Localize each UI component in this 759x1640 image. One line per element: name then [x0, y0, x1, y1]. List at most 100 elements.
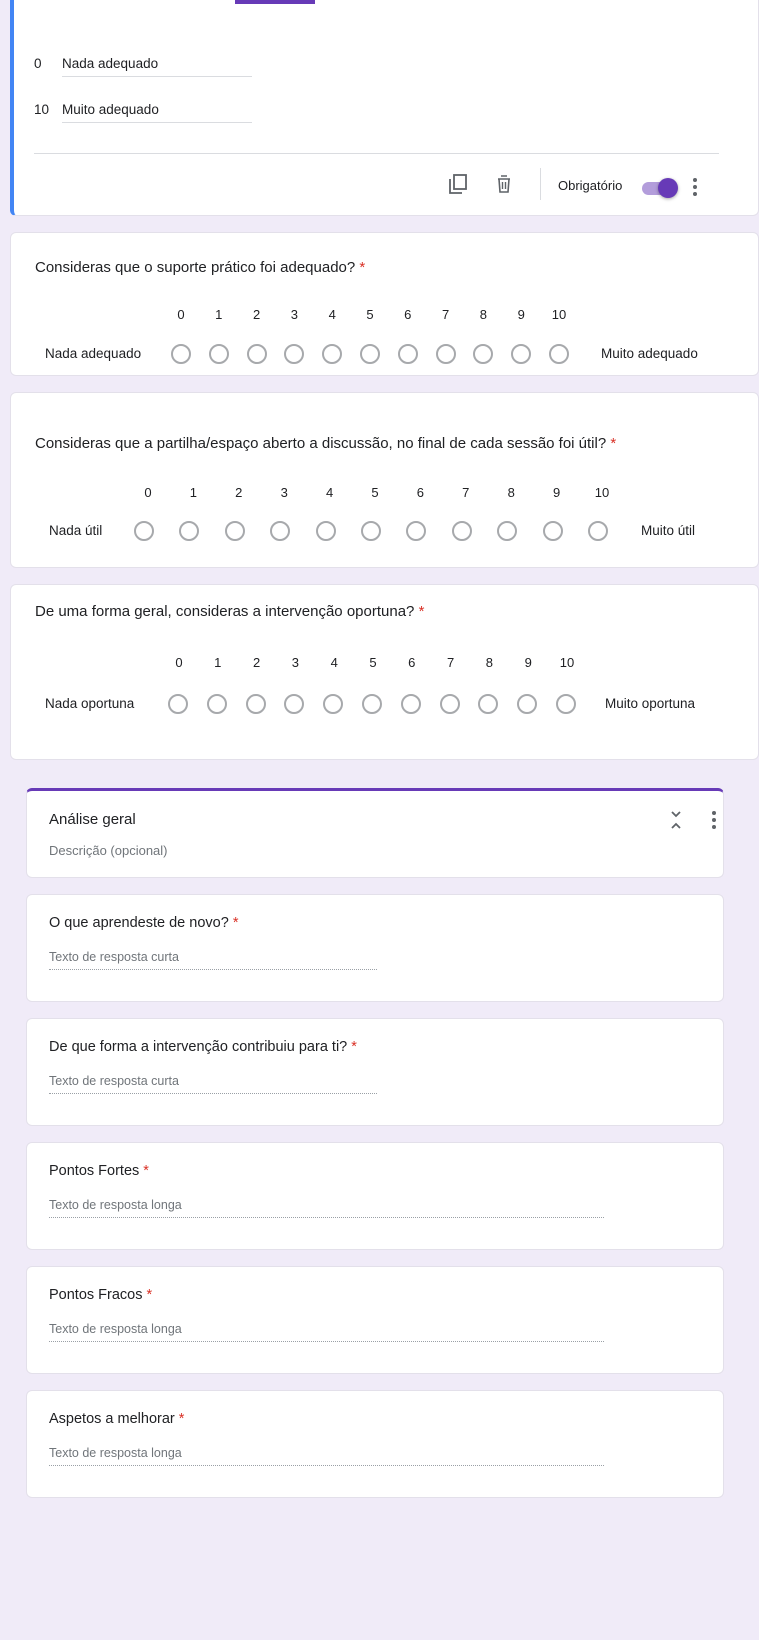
scale-number: 2: [252, 655, 261, 670]
required-toggle[interactable]: [640, 178, 678, 198]
more-vert-icon[interactable]: [692, 176, 698, 198]
answer-underline: [49, 969, 377, 970]
question-title-text: Pontos Fortes: [49, 1163, 140, 1179]
scale-number: 8: [485, 655, 493, 670]
scale-question-card[interactable]: De uma forma geral, consideras a interve…: [10, 584, 759, 760]
scale-radio-option[interactable]: [206, 694, 227, 714]
scale-radio-option[interactable]: [478, 694, 499, 714]
scale-radio-option[interactable]: [588, 521, 608, 541]
tab-indicator: [235, 0, 315, 4]
scale-number: 4: [325, 485, 334, 500]
scale-radio-option[interactable]: [322, 344, 343, 364]
toolbar-separator: [540, 168, 541, 200]
scale-number: 5: [366, 307, 374, 322]
question-title[interactable]: De uma forma geral, consideras a interve…: [35, 603, 424, 620]
scale-number: 9: [524, 655, 532, 670]
required-asterisk: *: [232, 915, 239, 931]
scale-radio-option[interactable]: [451, 521, 472, 541]
trash-icon[interactable]: [492, 172, 516, 196]
question-title[interactable]: O que aprendeste de novo? *: [49, 915, 238, 931]
scale-radio-option[interactable]: [360, 344, 380, 364]
scale-radio-option[interactable]: [134, 521, 154, 541]
required-asterisk: *: [610, 435, 617, 452]
scale-radio-option[interactable]: [556, 694, 576, 714]
duplicate-icon[interactable]: [446, 172, 470, 196]
scale-number: 5: [369, 655, 377, 670]
scale-radio-option[interactable]: [284, 694, 305, 714]
scale-number: 1: [214, 655, 222, 670]
question-title[interactable]: Consideras que o suporte prático foi ade…: [35, 259, 365, 276]
text-question-card[interactable]: O que aprendeste de novo? * Texto de res…: [26, 894, 724, 1002]
question-title-text: Aspetos a melhorar: [49, 1411, 175, 1427]
scale-question-card[interactable]: Consideras que o suporte prático foi ade…: [10, 232, 759, 376]
scale-radio-option[interactable]: [323, 694, 344, 714]
scale-number: 7: [462, 485, 470, 500]
scale-max-label: Muito útil: [641, 523, 696, 538]
scale-number: 5: [371, 485, 379, 500]
required-asterisk: *: [351, 1039, 357, 1055]
scale-radio-option[interactable]: [362, 694, 382, 714]
scale-radio-option[interactable]: [511, 344, 532, 364]
scale-radio-option[interactable]: [168, 694, 188, 714]
card-divider: [34, 153, 719, 154]
scale-number: 0: [144, 485, 152, 500]
scale-max-label-underline: [62, 122, 252, 123]
scale-radio-option[interactable]: [246, 344, 267, 364]
section-title[interactable]: Análise geral: [49, 811, 136, 828]
scale-number: 6: [408, 655, 416, 670]
text-question-card[interactable]: De que forma a intervenção contribuiu pa…: [26, 1018, 724, 1126]
scale-radio-option[interactable]: [517, 694, 538, 714]
scale-number: 10: [551, 307, 567, 322]
section-description[interactable]: Descrição (opcional): [49, 843, 168, 858]
required-asterisk: *: [418, 603, 425, 620]
text-question-card[interactable]: Pontos Fracos * Texto de resposta longa: [26, 1266, 724, 1374]
scale-radio-option[interactable]: [270, 521, 291, 541]
scale-number: 0: [177, 307, 185, 322]
scale-radio-option[interactable]: [400, 694, 421, 714]
required-asterisk: *: [178, 1411, 185, 1427]
scale-radio-option[interactable]: [361, 521, 381, 541]
scale-radio-option[interactable]: [179, 521, 200, 541]
scale-max-label: Muito adequado: [601, 346, 698, 361]
answer-placeholder: Texto de resposta longa: [49, 1198, 182, 1212]
scale-radio-option[interactable]: [224, 521, 245, 541]
question-title[interactable]: De que forma a intervenção contribuiu pa…: [49, 1039, 357, 1055]
scale-number: 0: [175, 655, 183, 670]
scale-radio-option[interactable]: [473, 344, 494, 364]
scale-radio-option[interactable]: [245, 694, 266, 714]
scale-number: 7: [441, 307, 450, 322]
scale-radio-option[interactable]: [315, 521, 336, 541]
scale-question-card[interactable]: Consideras que a partilha/espaço aberto …: [10, 392, 759, 568]
question-title[interactable]: Pontos Fortes *: [49, 1163, 149, 1179]
scale-radio-option[interactable]: [542, 521, 563, 541]
section-header-card[interactable]: Análise geral Descrição (opcional): [26, 788, 724, 878]
scale-radio-option[interactable]: [208, 344, 229, 364]
answer-placeholder: Texto de resposta longa: [49, 1322, 182, 1336]
scale-radio-option[interactable]: [397, 344, 418, 364]
scale-number: 1: [215, 307, 223, 322]
scale-min-number: 0: [34, 56, 42, 71]
answer-placeholder: Texto de resposta curta: [49, 950, 179, 964]
question-title[interactable]: Pontos Fracos *: [49, 1287, 152, 1303]
collapse-icon[interactable]: [669, 809, 683, 831]
toggle-thumb: [658, 178, 678, 198]
scale-radio-option[interactable]: [497, 521, 518, 541]
scale-radio-option[interactable]: [284, 344, 305, 364]
scale-number: 6: [404, 307, 412, 322]
scale-radio-option[interactable]: [439, 694, 460, 714]
scale-max-label: Muito oportuna: [605, 696, 696, 711]
question-title-text: Consideras que a partilha/espaço aberto …: [35, 435, 607, 452]
text-question-card[interactable]: Aspetos a melhorar * Texto de resposta l…: [26, 1390, 724, 1498]
scale-radio-option[interactable]: [171, 344, 191, 364]
scale-radio-option[interactable]: [435, 344, 456, 364]
question-title[interactable]: Consideras que a partilha/espaço aberto …: [35, 435, 616, 452]
scale-radio-option[interactable]: [406, 521, 427, 541]
scale-min-label-input[interactable]: Nada adequado: [62, 56, 158, 71]
text-question-card[interactable]: Pontos Fortes * Texto de resposta longa: [26, 1142, 724, 1250]
question-title[interactable]: Aspetos a melhorar *: [49, 1411, 184, 1427]
answer-underline: [49, 1341, 604, 1342]
scale-radio-option[interactable]: [549, 344, 569, 364]
scale-number: 8: [479, 307, 487, 322]
scale-max-label-input[interactable]: Muito adequado: [62, 102, 159, 117]
section-more-vert-icon[interactable]: [711, 809, 717, 831]
